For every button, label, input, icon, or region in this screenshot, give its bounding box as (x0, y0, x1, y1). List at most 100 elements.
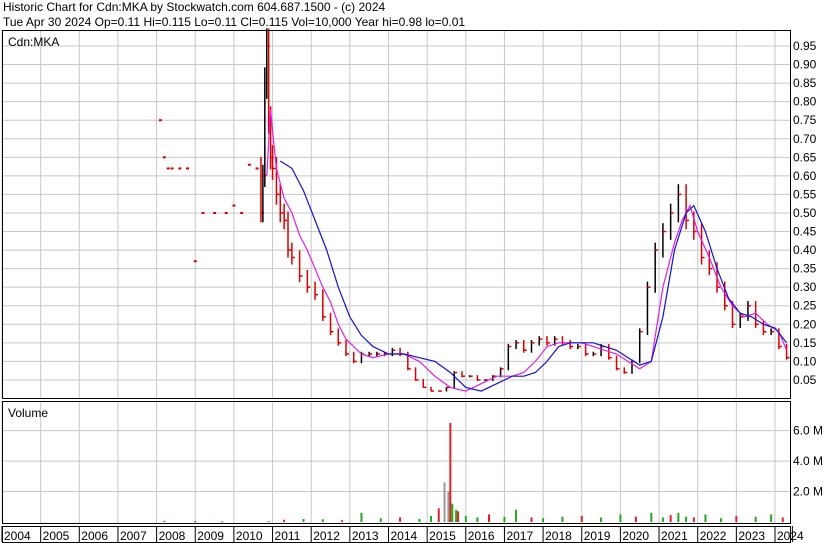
volume-bar (487, 514, 490, 522)
volume-bar (379, 518, 382, 522)
volume-tick-label: 6.0 M (793, 424, 823, 438)
volume-bar (661, 517, 664, 522)
year-tick-label: 2020 (622, 529, 649, 543)
volume-bar (399, 517, 402, 522)
year-tick-label: 2023 (738, 529, 765, 543)
year-tick-label: 2006 (81, 529, 108, 543)
price-tick-label: 0.05 (793, 373, 817, 387)
volume-bar (542, 518, 545, 522)
price-tick-label: 0.20 (793, 317, 817, 331)
year-tick-label: 2011 (275, 529, 301, 543)
price-bar (170, 167, 174, 170)
volume-bar (194, 521, 197, 523)
volume-tick-label: 2.0 M (793, 485, 823, 499)
price-tick-label: 0.55 (793, 187, 817, 201)
price-tick-label: 0.60 (793, 169, 817, 183)
volume-bar (634, 516, 637, 522)
volume-bar (530, 517, 533, 522)
price-tick-label: 0.75 (793, 113, 817, 127)
price-tick-label: 0.85 (793, 76, 817, 90)
price-tick-label: 0.70 (793, 132, 817, 146)
price-bar (162, 156, 166, 159)
price-tick-label: 0.65 (793, 150, 817, 164)
volume-bar (600, 517, 603, 522)
volume-bar (321, 519, 324, 522)
year-tick-label: 2017 (506, 529, 533, 543)
volume-panel-title: Volume (8, 406, 48, 420)
price-bar (224, 211, 228, 214)
year-tick-label: 2018 (545, 529, 572, 543)
year-tick-label: 2010 (236, 529, 263, 543)
volume-bar (781, 517, 784, 522)
price-bar (178, 167, 182, 170)
volume-bar (302, 518, 305, 522)
volume-bar (719, 518, 722, 522)
year-tick-label: 2007 (120, 529, 147, 543)
volume-bar (704, 514, 707, 522)
volume-bar (283, 519, 286, 522)
price-bar (213, 211, 217, 214)
year-tick-label: 2015 (429, 529, 456, 543)
price-tick-label: 0.15 (793, 336, 817, 350)
year-tick-label: 2014 (391, 529, 418, 543)
price-panel-title: Cdn:MKA (8, 35, 59, 49)
price-tick-label: 0.45 (793, 225, 817, 239)
volume-bar (418, 518, 421, 522)
volume-bar (443, 482, 446, 522)
volume-bar (754, 516, 757, 522)
year-tick-label: 2009 (197, 529, 224, 543)
volume-bar (267, 521, 270, 523)
volume-bar (515, 509, 518, 522)
year-tick-label: 2022 (700, 529, 727, 543)
volume-bar (677, 512, 680, 522)
volume-bar (503, 516, 506, 522)
price-tick-label: 0.25 (793, 299, 817, 313)
volume-bar (437, 508, 440, 522)
volume-bar (561, 516, 564, 522)
year-tick-label: 2008 (159, 529, 186, 543)
price-bar (232, 204, 236, 207)
volume-bar (360, 512, 363, 522)
price-bar (247, 163, 251, 166)
price-tick-label: 0.10 (793, 354, 817, 368)
price-bar (158, 119, 162, 122)
price-tick-label: 0.50 (793, 206, 817, 220)
price-bar (255, 167, 259, 170)
volume-bar (451, 503, 454, 522)
volume-bar (163, 520, 166, 522)
volume-bar (221, 521, 224, 523)
year-tick-label: 2005 (43, 529, 70, 543)
year-tick-label: 2021 (661, 529, 688, 543)
volume-panel-bg (2, 401, 790, 523)
price-bar (186, 167, 190, 170)
volume-bar (464, 515, 467, 522)
volume-bar (619, 514, 622, 522)
volume-bar (580, 515, 583, 522)
volume-bar (685, 516, 688, 522)
volume-bar (341, 520, 344, 522)
year-tick-label: 2019 (584, 529, 611, 543)
price-tick-label: 0.30 (793, 280, 817, 294)
volume-bar (770, 514, 773, 522)
year-tick-label: 2013 (352, 529, 379, 543)
year-tick-label: 2004 (4, 529, 31, 543)
price-tick-label: 0.95 (793, 39, 817, 53)
volume-bar (735, 515, 738, 522)
volume-bar (447, 491, 450, 522)
volume-bar (650, 512, 653, 522)
volume-tick-label: 4.0 M (793, 454, 823, 468)
volume-bar (669, 515, 672, 522)
price-tick-label: 0.40 (793, 243, 817, 257)
price-bar (201, 211, 205, 214)
volume-bar (455, 509, 458, 522)
volume-bar (457, 511, 460, 522)
price-bar (193, 260, 197, 263)
volume-bar (476, 517, 479, 522)
year-tick-label: 2012 (313, 529, 340, 543)
price-tick-label: 0.80 (793, 95, 817, 109)
stock-chart: 0.95 0.90 0.85 0.80 0.75 0.70 0.65 0.60 0.55 0.50… (1, 28, 823, 543)
volume-bar (449, 423, 452, 522)
volume-bar (692, 517, 695, 522)
year-tick-label: 2016 (468, 529, 495, 543)
price-bar (166, 167, 170, 170)
